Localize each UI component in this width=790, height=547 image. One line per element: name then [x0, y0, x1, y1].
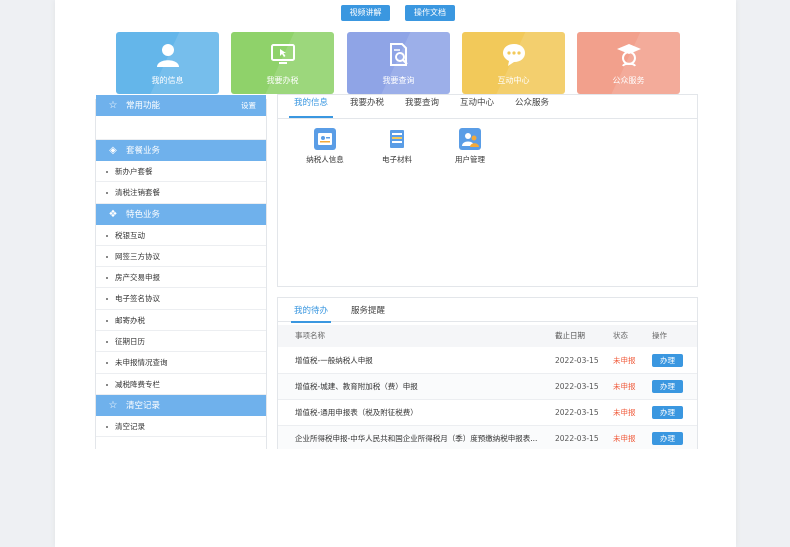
sidebar-header-package: ◈ 套餐业务	[96, 140, 266, 161]
tab-my-todo[interactable]: 我的待办	[291, 298, 331, 323]
tab-query[interactable]: 我要查询	[400, 95, 444, 118]
monitor-icon	[271, 44, 295, 64]
table-row: 增值税-城建、教育附加税（费）申报 2022-03-15 未申报 办理	[278, 374, 697, 400]
sidebar-header-common: ☆ 常用功能 设置	[96, 95, 266, 116]
files-icon	[386, 128, 408, 150]
service-taxpayer-info[interactable]: 纳税人信息	[300, 128, 350, 165]
table-row: 增值税-通用申报表（税及附征税费） 2022-03-15 未申报 办理	[278, 400, 697, 426]
layers-icon: ◈	[109, 145, 117, 156]
tab-public-service[interactable]: 公众服务	[510, 95, 554, 118]
sidebar-item-property-declaration[interactable]: 房产交易申报	[96, 267, 266, 289]
sidebar-header-label: 清空记录	[126, 400, 161, 411]
info-panel: 我的信息 我要办税 我要查询 互动中心 公众服务 纳税人信息 电子材料 用户管理	[277, 94, 698, 287]
table-row: 企业所得税申报-中华人民共和国企业所得税月（季）度预缴纳税申报表... 2022…	[278, 426, 697, 449]
star-icon: ☆	[108, 399, 118, 411]
status-badge: 未申报	[613, 434, 636, 443]
tile-query[interactable]: 我要查询	[347, 32, 450, 94]
todo-tabs: 我的待办 服务提醒	[278, 298, 697, 323]
tile-my-info[interactable]: 我的信息	[116, 32, 219, 94]
col-item-name: 事项名称	[295, 331, 325, 340]
tile-label: 我要办税	[266, 76, 299, 85]
sidebar-item-tax-reduction[interactable]: 减税降费专栏	[96, 374, 266, 395]
sidebar-item-tax-calendar[interactable]: 征期日历	[96, 331, 266, 353]
sidebar-item-mail-tax[interactable]: 邮寄办税	[96, 310, 266, 332]
tile-label: 互动中心	[497, 76, 530, 85]
handle-button[interactable]: 办理	[652, 432, 683, 445]
col-deadline: 截止日期	[555, 331, 585, 340]
sidebar-header-label: 常用功能	[126, 101, 161, 111]
table-row: 增值税-一般纳税人申报 2022-03-15 未申报 办理	[278, 348, 697, 374]
service-e-materials[interactable]: 电子材料	[372, 128, 422, 165]
service-user-management[interactable]: 用户管理	[445, 128, 495, 165]
tab-service-reminder[interactable]: 服务提醒	[348, 298, 388, 321]
tab-tax-handling[interactable]: 我要办税	[345, 95, 389, 118]
tile-interaction[interactable]: 互动中心	[462, 32, 565, 94]
status-badge: 未申报	[613, 356, 636, 365]
sidebar-item-deregistration-package[interactable]: 清税注销套餐	[96, 182, 266, 204]
handle-button[interactable]: 办理	[652, 406, 683, 419]
tab-interaction[interactable]: 互动中心	[455, 95, 499, 118]
graduate-icon	[617, 44, 641, 67]
status-badge: 未申报	[613, 408, 636, 417]
sidebar-item-tripartite-agreement[interactable]: 网签三方协议	[96, 246, 266, 268]
video-guide-button[interactable]: 视频讲解	[341, 5, 390, 21]
service-label: 用户管理	[455, 155, 485, 164]
tile-tax-handling[interactable]: 我要办税	[231, 32, 334, 94]
service-label: 纳税人信息	[306, 155, 344, 164]
table-header: 事项名称 截止日期 状态 操作	[278, 325, 697, 347]
tile-public-service[interactable]: 公众服务	[577, 32, 680, 94]
users-icon	[459, 128, 481, 150]
apps-icon: ❖	[108, 208, 118, 220]
sidebar-header-label: 套餐业务	[126, 146, 161, 156]
sidebar-header-special: ❖ 特色业务	[96, 203, 266, 225]
todo-panel: 我的待办 服务提醒 事项名称 截止日期 状态 操作 增值税-一般纳税人申报 20…	[277, 297, 698, 449]
tile-label: 我要查询	[382, 76, 415, 85]
tile-label: 我的信息	[151, 76, 184, 85]
sidebar-item-clear-records[interactable]: 清空记录	[96, 416, 266, 438]
sidebar-item-e-signature[interactable]: 电子签名协议	[96, 288, 266, 310]
operation-doc-button[interactable]: 操作文档	[405, 5, 455, 21]
col-status: 状态	[613, 331, 628, 340]
chat-icon	[503, 44, 525, 66]
common-functions-area	[96, 116, 266, 140]
sidebar-item-new-account-package[interactable]: 新办户套餐	[96, 161, 266, 183]
document-search-icon	[390, 43, 408, 66]
col-action: 操作	[652, 331, 667, 340]
sidebar-header-clear: ☆ 清空记录	[96, 394, 266, 416]
status-badge: 未申报	[613, 382, 636, 391]
user-icon	[157, 44, 179, 67]
star-icon: ☆	[108, 100, 118, 111]
handle-button[interactable]: 办理	[652, 380, 683, 393]
sidebar-item-undeclared-query[interactable]: 未申报情况查询	[96, 352, 266, 374]
sidebar: ☆ 常用功能 设置 ◈ 套餐业务 新办户套餐 清税注销套餐 ❖ 特色业务 税银互动 网…	[95, 95, 267, 449]
handle-button[interactable]: 办理	[652, 354, 683, 367]
service-label: 电子材料	[382, 155, 412, 164]
settings-link[interactable]: 设置	[241, 95, 256, 116]
tile-label: 公众服务	[612, 76, 645, 85]
id-card-icon	[314, 128, 336, 150]
info-tabs: 我的信息 我要办税 我要查询 互动中心 公众服务	[278, 95, 697, 119]
sidebar-item-tax-bank[interactable]: 税银互动	[96, 225, 266, 246]
tab-my-info[interactable]: 我的信息	[289, 95, 333, 118]
sidebar-header-label: 特色业务	[126, 209, 161, 220]
